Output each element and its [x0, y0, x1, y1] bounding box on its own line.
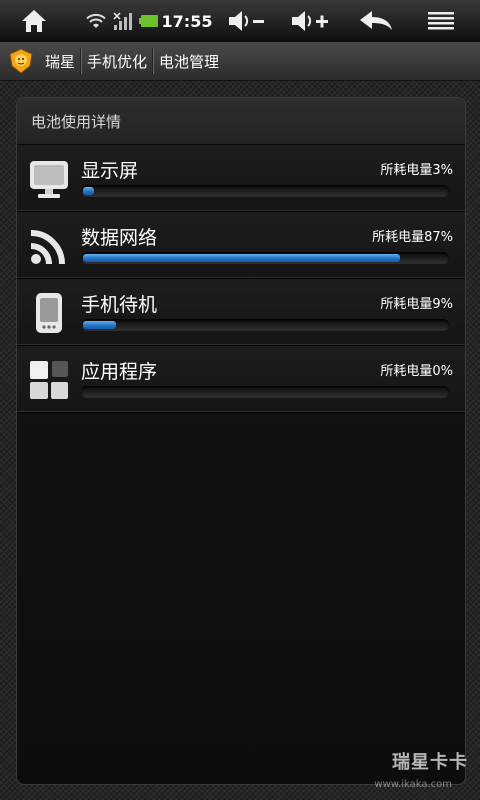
back-button[interactable]	[356, 0, 396, 42]
usage-progress-bar	[81, 319, 449, 331]
usage-row-percent: 所耗电量87%	[372, 230, 453, 245]
menu-button[interactable]	[424, 0, 458, 42]
volume-up-icon	[292, 11, 328, 31]
rising-lion-logo-icon[interactable]	[8, 48, 34, 74]
home-icon	[22, 10, 46, 32]
home-button[interactable]	[14, 0, 54, 42]
breadcrumb: 瑞星 手机优化 电池管理	[0, 42, 480, 81]
usage-row-standby[interactable]: 手机待机 所耗电量9%	[17, 279, 465, 346]
battery-icon	[139, 15, 158, 27]
clock: 17:55	[161, 11, 213, 31]
volume-down-icon	[229, 11, 264, 31]
phone-icon	[36, 293, 62, 333]
apps-icon	[30, 361, 68, 399]
usage-row-percent: 所耗电量0%	[380, 364, 453, 379]
wifi-icon	[86, 13, 106, 28]
back-icon	[360, 11, 392, 30]
breadcrumb-item-phone-optimize[interactable]: 手机优化	[82, 47, 152, 75]
network-icon	[30, 230, 65, 265]
usage-progress-bar	[81, 252, 449, 264]
usage-row-name: 显示屏	[81, 160, 139, 182]
usage-progress-fill	[83, 254, 400, 262]
usage-row-name: 数据网络	[81, 227, 158, 249]
volume-down-button[interactable]	[224, 0, 268, 42]
usage-row-percent: 所耗电量9%	[380, 297, 453, 312]
status-bar: 17:55	[0, 0, 480, 42]
usage-progress-bar	[81, 185, 449, 197]
usage-row-network[interactable]: 数据网络 所耗电量87%	[17, 212, 465, 279]
watermark-brand: 瑞星卡卡	[392, 752, 468, 773]
monitor-icon	[30, 161, 68, 198]
battery-usage-panel: 电池使用详情 显示屏 所耗电量3% 数据网络 所耗电量87% 手机待机 所耗电量…	[16, 97, 466, 785]
usage-row-apps[interactable]: 应用程序 所耗电量0%	[17, 346, 465, 413]
usage-progress-bar	[81, 386, 449, 398]
usage-row-display[interactable]: 显示屏 所耗电量3%	[17, 145, 465, 212]
menu-icon	[428, 12, 454, 30]
signal-icon	[113, 12, 132, 30]
usage-progress-fill	[83, 321, 116, 329]
usage-row-name: 手机待机	[81, 294, 158, 316]
breadcrumb-item-rising[interactable]: 瑞星	[40, 47, 80, 75]
usage-row-name: 应用程序	[81, 361, 158, 383]
volume-up-button[interactable]	[288, 0, 332, 42]
breadcrumb-item-battery-manage[interactable]: 电池管理	[154, 47, 224, 75]
panel-title: 电池使用详情	[17, 98, 465, 145]
usage-row-percent: 所耗电量3%	[380, 163, 453, 178]
watermark-url: www.ikaka.com	[374, 779, 452, 790]
usage-progress-fill	[83, 187, 94, 195]
notification-icons[interactable]	[82, 0, 162, 42]
